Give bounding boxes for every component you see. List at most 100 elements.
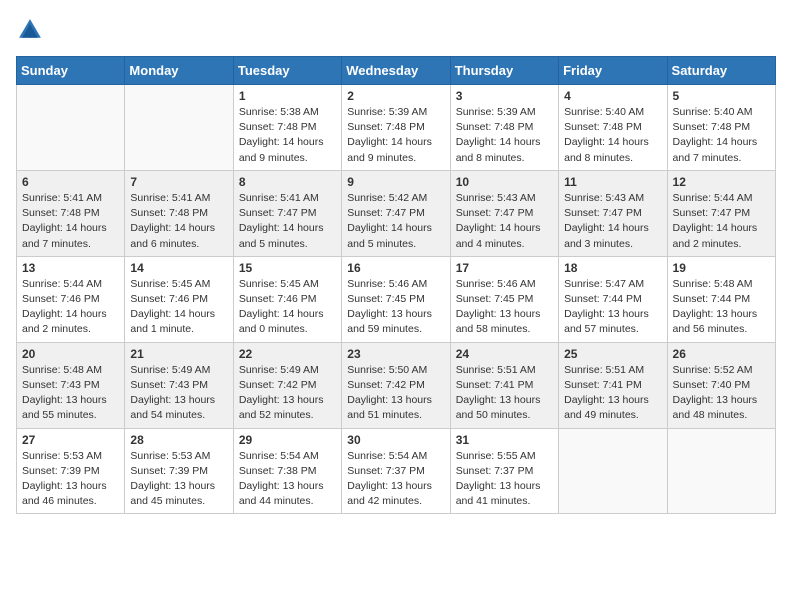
day-number: 23 xyxy=(347,347,444,361)
calendar-cell: 9 Sunrise: 5:42 AMSunset: 7:47 PMDaylight… xyxy=(342,170,450,256)
day-number: 12 xyxy=(673,175,770,189)
day-info: Sunrise: 5:45 AMSunset: 7:46 PMDaylight:… xyxy=(239,277,336,338)
day-info: Sunrise: 5:52 AMSunset: 7:40 PMDaylight:… xyxy=(673,363,770,424)
calendar-cell: 13Sunrise: 5:44 AMSunset: 7:46 PMDayligh… xyxy=(17,256,125,342)
calendar-cell: 10 Sunrise: 5:43 AMSunset: 7:47 PMDayligh… xyxy=(450,170,558,256)
day-content: 19Sunrise: 5:48 AMSunset: 7:44 PMDayligh… xyxy=(673,261,770,338)
day-content: 16Sunrise: 5:46 AMSunset: 7:45 PMDayligh… xyxy=(347,261,444,338)
day-info: Sunrise: 5:46 AMSunset: 7:45 PMDaylight:… xyxy=(347,277,444,338)
day-content: 1Sunrise: 5:38 AMSunset: 7:48 PMDaylight… xyxy=(239,89,336,166)
day-info: Sunrise: 5:48 AMSunset: 7:44 PMDaylight:… xyxy=(673,277,770,338)
day-content: 15Sunrise: 5:45 AMSunset: 7:46 PMDayligh… xyxy=(239,261,336,338)
calendar-week-2: 6Sunrise: 5:41 AMSunset: 7:48 PMDaylight… xyxy=(17,170,776,256)
day-content: 25 Sunrise: 5:51 AMSunset: 7:41 PMDayligh… xyxy=(564,347,661,424)
calendar-cell: 1Sunrise: 5:38 AMSunset: 7:48 PMDaylight… xyxy=(233,85,341,171)
day-number: 25 xyxy=(564,347,661,361)
calendar-cell: 20Sunrise: 5:48 AMSunset: 7:43 PMDayligh… xyxy=(17,342,125,428)
day-info: Sunrise: 5:49 AMSunset: 7:43 PMDaylight:… xyxy=(130,363,227,424)
day-info: Sunrise: 5:42 AMSunset: 7:47 PMDaylight:… xyxy=(347,191,444,252)
calendar-cell: 21 Sunrise: 5:49 AMSunset: 7:43 PMDayligh… xyxy=(125,342,233,428)
page-header xyxy=(16,16,776,44)
calendar-week-5: 27 Sunrise: 5:53 AMSunset: 7:39 PMDayligh… xyxy=(17,428,776,514)
day-info: Sunrise: 5:39 AMSunset: 7:48 PMDaylight:… xyxy=(456,105,553,166)
header-row: SundayMondayTuesdayWednesdayThursdayFrid… xyxy=(17,57,776,85)
calendar-cell: 28 Sunrise: 5:53 AMSunset: 7:39 PMDayligh… xyxy=(125,428,233,514)
day-number: 3 xyxy=(456,89,553,103)
day-number: 17 xyxy=(456,261,553,275)
day-info: Sunrise: 5:38 AMSunset: 7:48 PMDaylight:… xyxy=(239,105,336,166)
day-number: 10 xyxy=(456,175,553,189)
col-header-saturday: Saturday xyxy=(667,57,775,85)
day-number: 26 xyxy=(673,347,770,361)
day-number: 24 xyxy=(456,347,553,361)
day-info: Sunrise: 5:47 AMSunset: 7:44 PMDaylight:… xyxy=(564,277,661,338)
day-content: 10 Sunrise: 5:43 AMSunset: 7:47 PMDayligh… xyxy=(456,175,553,252)
day-content: 18 Sunrise: 5:47 AMSunset: 7:44 PMDayligh… xyxy=(564,261,661,338)
day-info: Sunrise: 5:53 AMSunset: 7:39 PMDaylight:… xyxy=(130,449,227,510)
calendar-cell: 7Sunrise: 5:41 AMSunset: 7:48 PMDaylight… xyxy=(125,170,233,256)
day-number: 28 xyxy=(130,433,227,447)
day-number: 6 xyxy=(22,175,119,189)
day-number: 11 xyxy=(564,175,661,189)
calendar-week-3: 13Sunrise: 5:44 AMSunset: 7:46 PMDayligh… xyxy=(17,256,776,342)
day-number: 13 xyxy=(22,261,119,275)
calendar-cell: 2Sunrise: 5:39 AMSunset: 7:48 PMDaylight… xyxy=(342,85,450,171)
day-number: 22 xyxy=(239,347,336,361)
day-number: 27 xyxy=(22,433,119,447)
calendar-week-1: 1Sunrise: 5:38 AMSunset: 7:48 PMDaylight… xyxy=(17,85,776,171)
calendar-cell: 18 Sunrise: 5:47 AMSunset: 7:44 PMDayligh… xyxy=(559,256,667,342)
calendar-cell xyxy=(559,428,667,514)
day-content: 23 Sunrise: 5:50 AMSunset: 7:42 PMDayligh… xyxy=(347,347,444,424)
calendar-cell xyxy=(17,85,125,171)
day-content: 4 Sunrise: 5:40 AMSunset: 7:48 PMDaylight… xyxy=(564,89,661,166)
day-info: Sunrise: 5:46 AMSunset: 7:45 PMDaylight:… xyxy=(456,277,553,338)
calendar-cell: 26 Sunrise: 5:52 AMSunset: 7:40 PMDayligh… xyxy=(667,342,775,428)
day-info: Sunrise: 5:51 AMSunset: 7:41 PMDaylight:… xyxy=(456,363,553,424)
day-info: Sunrise: 5:50 AMSunset: 7:42 PMDaylight:… xyxy=(347,363,444,424)
day-number: 29 xyxy=(239,433,336,447)
calendar-table: SundayMondayTuesdayWednesdayThursdayFrid… xyxy=(16,56,776,514)
day-content: 9 Sunrise: 5:42 AMSunset: 7:47 PMDaylight… xyxy=(347,175,444,252)
calendar-cell: 29 Sunrise: 5:54 AMSunset: 7:38 PMDayligh… xyxy=(233,428,341,514)
calendar-week-4: 20Sunrise: 5:48 AMSunset: 7:43 PMDayligh… xyxy=(17,342,776,428)
day-number: 30 xyxy=(347,433,444,447)
day-info: Sunrise: 5:44 AMSunset: 7:47 PMDaylight:… xyxy=(673,191,770,252)
calendar-cell: 12 Sunrise: 5:44 AMSunset: 7:47 PMDayligh… xyxy=(667,170,775,256)
day-info: Sunrise: 5:40 AMSunset: 7:48 PMDaylight:… xyxy=(564,105,661,166)
day-content: 22Sunrise: 5:49 AMSunset: 7:42 PMDayligh… xyxy=(239,347,336,424)
calendar-cell: 22Sunrise: 5:49 AMSunset: 7:42 PMDayligh… xyxy=(233,342,341,428)
day-content: 30 Sunrise: 5:54 AMSunset: 7:37 PMDayligh… xyxy=(347,433,444,510)
day-info: Sunrise: 5:43 AMSunset: 7:47 PMDaylight:… xyxy=(564,191,661,252)
day-number: 21 xyxy=(130,347,227,361)
day-info: Sunrise: 5:40 AMSunset: 7:48 PMDaylight:… xyxy=(673,105,770,166)
day-content: 13Sunrise: 5:44 AMSunset: 7:46 PMDayligh… xyxy=(22,261,119,338)
day-content: 2Sunrise: 5:39 AMSunset: 7:48 PMDaylight… xyxy=(347,89,444,166)
day-content: 12 Sunrise: 5:44 AMSunset: 7:47 PMDayligh… xyxy=(673,175,770,252)
day-number: 2 xyxy=(347,89,444,103)
day-content: 11 Sunrise: 5:43 AMSunset: 7:47 PMDayligh… xyxy=(564,175,661,252)
day-content: 14Sunrise: 5:45 AMSunset: 7:46 PMDayligh… xyxy=(130,261,227,338)
day-number: 4 xyxy=(564,89,661,103)
day-content: 5Sunrise: 5:40 AMSunset: 7:48 PMDaylight… xyxy=(673,89,770,166)
logo-icon xyxy=(16,16,44,44)
day-content: 3 Sunrise: 5:39 AMSunset: 7:48 PMDaylight… xyxy=(456,89,553,166)
day-content: 29 Sunrise: 5:54 AMSunset: 7:38 PMDayligh… xyxy=(239,433,336,510)
day-info: Sunrise: 5:54 AMSunset: 7:37 PMDaylight:… xyxy=(347,449,444,510)
calendar-cell: 15Sunrise: 5:45 AMSunset: 7:46 PMDayligh… xyxy=(233,256,341,342)
day-info: Sunrise: 5:43 AMSunset: 7:47 PMDaylight:… xyxy=(456,191,553,252)
day-info: Sunrise: 5:54 AMSunset: 7:38 PMDaylight:… xyxy=(239,449,336,510)
day-info: Sunrise: 5:48 AMSunset: 7:43 PMDaylight:… xyxy=(22,363,119,424)
day-info: Sunrise: 5:51 AMSunset: 7:41 PMDaylight:… xyxy=(564,363,661,424)
day-content: 26 Sunrise: 5:52 AMSunset: 7:40 PMDayligh… xyxy=(673,347,770,424)
calendar-cell: 23 Sunrise: 5:50 AMSunset: 7:42 PMDayligh… xyxy=(342,342,450,428)
logo xyxy=(16,16,48,44)
day-info: Sunrise: 5:55 AMSunset: 7:37 PMDaylight:… xyxy=(456,449,553,510)
calendar-cell: 5Sunrise: 5:40 AMSunset: 7:48 PMDaylight… xyxy=(667,85,775,171)
day-number: 9 xyxy=(347,175,444,189)
day-content: 8Sunrise: 5:41 AMSunset: 7:47 PMDaylight… xyxy=(239,175,336,252)
col-header-sunday: Sunday xyxy=(17,57,125,85)
day-content: 6Sunrise: 5:41 AMSunset: 7:48 PMDaylight… xyxy=(22,175,119,252)
day-content: 24 Sunrise: 5:51 AMSunset: 7:41 PMDayligh… xyxy=(456,347,553,424)
day-number: 8 xyxy=(239,175,336,189)
day-number: 18 xyxy=(564,261,661,275)
